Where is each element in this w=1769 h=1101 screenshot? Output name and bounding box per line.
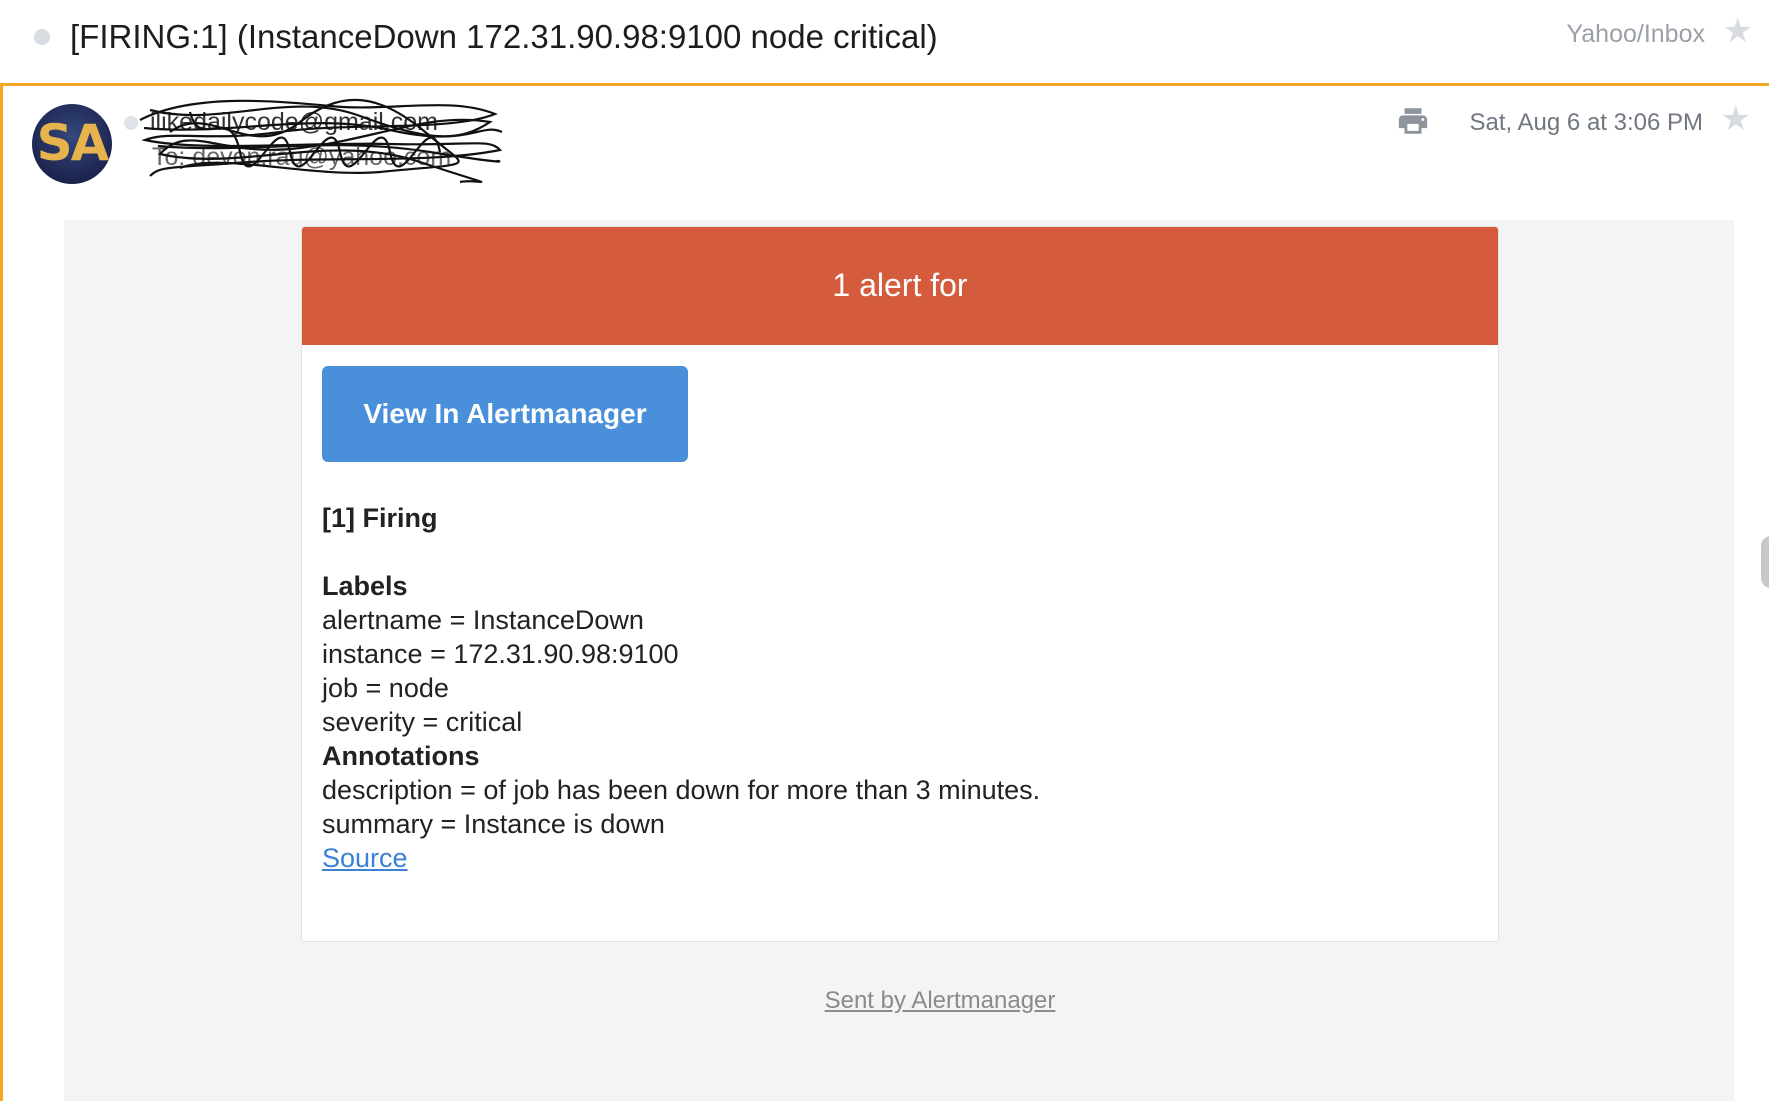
label-line: instance = 172.31.90.98:9100 xyxy=(322,639,679,669)
label-line: job = node xyxy=(322,673,449,703)
source-link[interactable]: Source xyxy=(322,841,1040,875)
alert-details: [1] Firing Labels alertname = InstanceDo… xyxy=(322,501,1040,875)
email-subject: [FIRING:1] (InstanceDown 172.31.90.98:91… xyxy=(70,18,938,55)
star-icon[interactable]: ★ xyxy=(1723,14,1753,48)
firing-heading: [1] Firing xyxy=(322,503,438,533)
message-subject-bar: [FIRING:1] (InstanceDown 172.31.90.98:91… xyxy=(0,0,1769,86)
selection-border xyxy=(0,86,3,1101)
alert-banner: 1 alert for xyxy=(302,227,1498,345)
redaction-scribble xyxy=(139,98,503,184)
avatar: SA xyxy=(32,104,112,184)
labels-heading: Labels xyxy=(322,571,408,601)
scroll-handle[interactable] xyxy=(1761,536,1769,588)
annotation-line: summary = Instance is down xyxy=(322,809,665,839)
sent-by-alertmanager-link[interactable]: Sent by Alertmanager xyxy=(0,987,1769,1015)
annotations-heading: Annotations xyxy=(322,741,480,771)
banner-title: 1 alert for xyxy=(832,267,968,303)
annotation-line: description = of job has been down for m… xyxy=(322,775,1041,805)
alert-card: 1 alert for View In Alertmanager [1] Fir… xyxy=(301,226,1499,942)
print-icon[interactable] xyxy=(1396,104,1430,138)
folder-label[interactable]: Yahoo/Inbox xyxy=(1566,20,1705,49)
view-in-alertmanager-button[interactable]: View In Alertmanager xyxy=(322,366,688,462)
label-line: severity = critical xyxy=(322,707,523,737)
message-date: Sat, Aug 6 at 3:06 PM xyxy=(1469,109,1703,136)
star-icon[interactable]: ★ xyxy=(1721,102,1751,136)
label-line: alertname = InstanceDown xyxy=(322,605,644,635)
avatar-initials: SA xyxy=(36,114,110,172)
unread-indicator[interactable] xyxy=(34,29,50,45)
